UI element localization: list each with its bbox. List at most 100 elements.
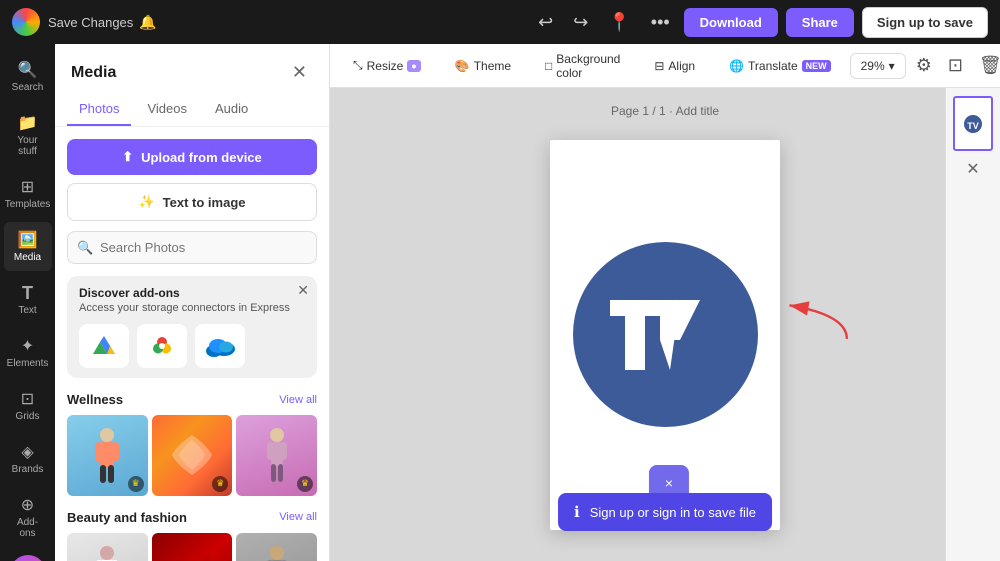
- canvas-right-panel: TV ✕: [945, 88, 1000, 561]
- translate-label: Translate: [748, 59, 798, 73]
- resize-button[interactable]: ⤡ Resize ●: [342, 52, 432, 79]
- save-notification: ℹ Sign up or sign in to save file ×: [558, 493, 772, 531]
- resize-badge: ●: [407, 60, 420, 72]
- download-button[interactable]: Download: [684, 8, 778, 37]
- discover-icons: [79, 324, 305, 368]
- location-button[interactable]: 📍: [602, 8, 636, 37]
- sidebar-item-brands[interactable]: ◈ Brands: [4, 434, 52, 483]
- discover-banner: ✕ Discover add-ons Access your storage c…: [67, 276, 317, 378]
- align-label: Align: [668, 59, 695, 73]
- beauty-image-3[interactable]: [236, 533, 317, 561]
- svg-text:TV: TV: [967, 121, 979, 131]
- grids-icon: ⊡: [18, 389, 38, 409]
- beauty-image-2[interactable]: ♛: [152, 533, 233, 561]
- sidebar-item-grids[interactable]: ⊡ Grids: [4, 381, 52, 430]
- delete-button[interactable]: 🗑: [973, 51, 1000, 80]
- onedrive-icon[interactable]: [195, 324, 245, 368]
- upload-from-device-button[interactable]: ⬆ Upload from device: [67, 139, 317, 175]
- layers-button[interactable]: ⊡: [942, 51, 969, 80]
- wellness-image-1[interactable]: ♛: [67, 415, 148, 496]
- main-layout: 🔍 Search 📁 Your stuff ⊞ Templates 🖼️ Med…: [0, 44, 1000, 561]
- sidebar-templates-label: Templates: [5, 199, 51, 210]
- upload-label: Upload from device: [141, 150, 262, 165]
- beauty-section-header: Beauty and fashion View all: [67, 510, 317, 525]
- save-changes-button[interactable]: Save Changes 🔔: [48, 14, 157, 31]
- align-button[interactable]: ⊟ Align: [643, 53, 706, 79]
- try-premium-icon[interactable]: ⭐: [10, 555, 46, 561]
- tab-videos[interactable]: Videos: [135, 93, 199, 126]
- share-button[interactable]: Share: [786, 8, 854, 37]
- discover-title: Discover add-ons: [79, 286, 305, 300]
- crown-badge-1: ♛: [128, 476, 144, 492]
- sidebar-item-media[interactable]: 🖼️ Media: [4, 222, 52, 271]
- canvas-workspace: Page 1 / 1 · Add title: [330, 88, 1000, 561]
- google-photos-icon[interactable]: [137, 324, 187, 368]
- wellness-title: Wellness: [67, 392, 123, 407]
- theme-label: Theme: [474, 59, 511, 73]
- right-panel-close-button[interactable]: ✕: [966, 159, 979, 179]
- sidebar-icons: 🔍 Search 📁 Your stuff ⊞ Templates 🖼️ Med…: [0, 44, 55, 561]
- redo-button[interactable]: ↪: [567, 8, 594, 37]
- media-close-button[interactable]: ✕: [286, 60, 313, 85]
- wellness-image-grid: ♛ ♛: [67, 415, 317, 496]
- beauty-view-all[interactable]: View all: [279, 511, 317, 523]
- settings-button[interactable]: ⚙: [910, 51, 938, 80]
- sidebar-item-search[interactable]: 🔍 Search: [4, 52, 52, 101]
- sidebar-bottom: ⭐ Try Premium: [0, 551, 55, 561]
- search-photos-input[interactable]: [67, 231, 317, 264]
- sidebar-item-templates[interactable]: ⊞ Templates: [4, 169, 52, 218]
- search-icon: 🔍: [18, 60, 38, 80]
- sidebar-search-label: Search: [12, 82, 44, 93]
- wellness-image-3[interactable]: ♛: [236, 415, 317, 496]
- page-label: Page 1 / 1 · Add title: [611, 104, 719, 118]
- sidebar-add-ons-label: Add-ons: [10, 517, 46, 539]
- google-drive-icon[interactable]: [79, 324, 129, 368]
- text-icon: T: [18, 283, 38, 303]
- sidebar-item-text[interactable]: T Text: [4, 275, 52, 324]
- sidebar-item-add-ons[interactable]: ⊕ Add-ons: [4, 487, 52, 547]
- discover-subtitle: Access your storage connectors in Expres…: [79, 302, 305, 314]
- undo-button[interactable]: ↩: [532, 8, 559, 37]
- canvas-mini-thumbnail[interactable]: TV: [953, 96, 993, 151]
- discover-close-button[interactable]: ✕: [297, 282, 309, 299]
- resize-label: Resize: [367, 59, 404, 73]
- theme-button[interactable]: 🎨 Theme: [444, 53, 522, 79]
- more-options-button[interactable]: •••: [645, 8, 676, 37]
- tab-photos[interactable]: Photos: [67, 93, 131, 126]
- background-color-button[interactable]: □ Background color: [534, 46, 631, 86]
- text-to-image-button[interactable]: ✨ Text to image: [67, 183, 317, 221]
- zoom-value: 29%: [861, 59, 885, 73]
- signup-to-save-button[interactable]: Sign up to save: [862, 7, 988, 38]
- media-panel: Media ✕ Photos Videos Audio ⬆ Upload fro…: [55, 44, 330, 561]
- sidebar-item-your-stuff[interactable]: 📁 Your stuff: [4, 105, 52, 165]
- background-color-label: Background color: [556, 52, 620, 80]
- zoom-control[interactable]: 29% ▾: [850, 53, 906, 79]
- brands-icon: ◈: [18, 442, 38, 462]
- beauty-image-1[interactable]: [67, 533, 148, 561]
- media-title: Media: [71, 64, 116, 82]
- sidebar-text-label: Text: [18, 305, 36, 316]
- text-to-image-label: Text to image: [163, 195, 246, 210]
- upload-icon: ⬆: [122, 149, 133, 165]
- translate-button[interactable]: 🌐 Translate NEW: [718, 53, 842, 79]
- background-color-icon: □: [545, 59, 552, 73]
- crown-badge-3: ♛: [297, 476, 313, 492]
- sidebar-your-stuff-label: Your stuff: [10, 135, 46, 157]
- notification-close-button[interactable]: ×: [649, 465, 689, 501]
- crown-badge-2: ♛: [212, 476, 228, 492]
- theme-icon: 🎨: [455, 59, 470, 73]
- save-changes-label: Save Changes: [48, 15, 133, 30]
- search-box: 🔍: [67, 231, 317, 264]
- sidebar-elements-label: Elements: [7, 358, 49, 369]
- notification-info-icon: ℹ: [574, 503, 580, 521]
- tab-audio[interactable]: Audio: [203, 93, 260, 126]
- beauty-title: Beauty and fashion: [67, 510, 187, 525]
- app-logo[interactable]: [12, 8, 40, 36]
- wellness-image-2[interactable]: ♛: [152, 415, 233, 496]
- try-premium-section[interactable]: ⭐ Try Premium: [0, 551, 55, 561]
- topbar: Save Changes 🔔 ↩ ↪ 📍 ••• Download Share …: [0, 0, 1000, 44]
- sidebar-item-elements[interactable]: ✦ Elements: [4, 328, 52, 377]
- wellness-view-all[interactable]: View all: [279, 394, 317, 406]
- media-header: Media ✕: [55, 44, 329, 93]
- media-body: ⬆ Upload from device ✨ Text to image 🔍 ✕…: [55, 127, 329, 561]
